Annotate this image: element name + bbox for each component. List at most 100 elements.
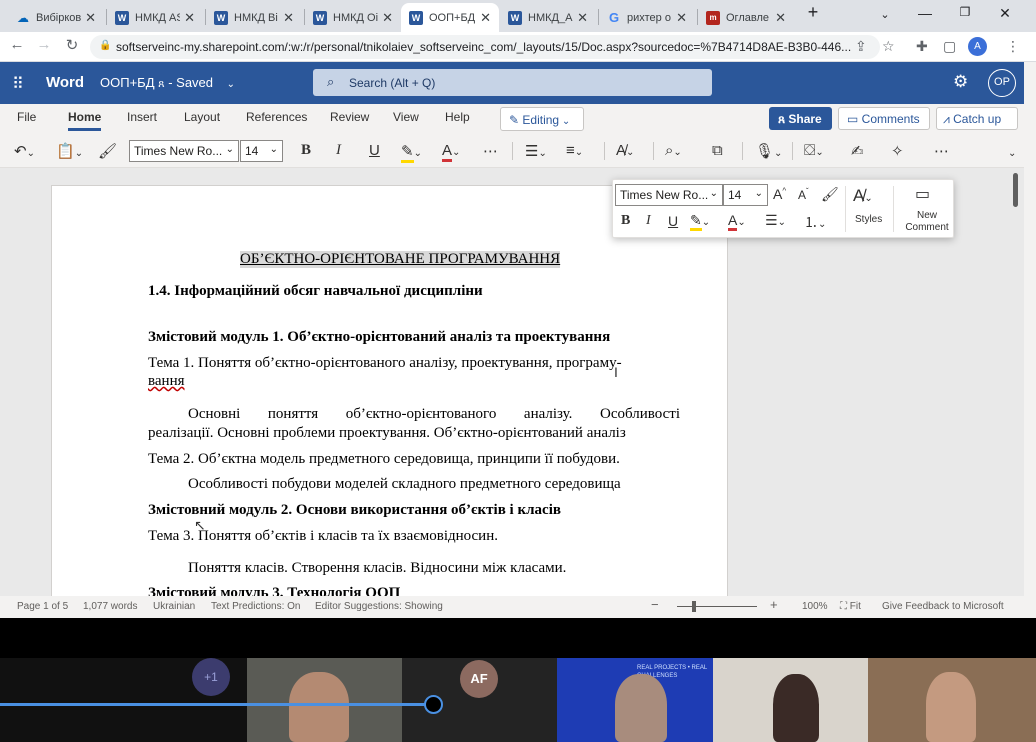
language-indicator[interactable]: Ukrainian — [153, 601, 195, 612]
forward-icon[interactable]: → — [33, 36, 55, 53]
browser-tab[interactable]: ☁ Вибірков ✕ — [8, 3, 104, 32]
catch-up-button[interactable]: ⩘ Catch up — [936, 107, 1018, 130]
tab-home[interactable]: Home — [68, 110, 102, 131]
tab-insert[interactable]: Insert — [127, 110, 157, 124]
browser-tab[interactable]: W НМКД АS ✕ — [107, 3, 203, 32]
italic-icon[interactable]: I — [646, 213, 651, 229]
comments-button[interactable]: ▭ Comments — [838, 107, 930, 130]
styles-icon[interactable]: A̸⌄ — [853, 186, 873, 206]
browser-tab[interactable]: m Оглавле ✕ — [698, 3, 794, 32]
progress-bar[interactable] — [0, 703, 434, 706]
fit-button[interactable]: ⛶ Fit — [840, 601, 861, 612]
browser-profile-avatar[interactable]: A — [968, 37, 987, 56]
expand-ribbon-icon[interactable]: ⌄ — [1008, 148, 1016, 159]
feedback-link[interactable]: Give Feedback to Microsoft — [882, 601, 1004, 612]
participant-video[interactable] — [713, 658, 868, 742]
close-tab-icon[interactable]: ✕ — [184, 10, 195, 26]
underline-icon[interactable]: U — [369, 142, 380, 159]
bold-icon[interactable]: B — [621, 213, 630, 229]
highlight-color-icon[interactable]: ✎⌄ — [690, 212, 710, 231]
back-icon[interactable]: ← — [6, 36, 28, 53]
mini-font-size-select[interactable]: 14 ⌄ — [723, 184, 768, 206]
reload-icon[interactable]: ↻ — [61, 36, 83, 54]
underline-icon[interactable]: U — [668, 213, 678, 229]
dictate-icon[interactable]: 🎙⌄ — [755, 142, 782, 160]
editor-icon[interactable]: ✍ — [851, 142, 864, 160]
share-page-icon[interactable]: ⇪ — [855, 38, 867, 55]
tab-file[interactable]: File — [17, 110, 36, 124]
tab-view[interactable]: View — [393, 110, 419, 124]
tab-layout[interactable]: Layout — [184, 110, 220, 124]
new-comment-button[interactable]: New Comment — [899, 210, 955, 234]
chevron-down-icon[interactable]: ⌄ — [227, 79, 235, 90]
clear-formatting-icon[interactable]: 🖌 — [821, 186, 839, 203]
font-color-icon[interactable]: A⌄ — [442, 142, 460, 162]
editing-mode-button[interactable]: ✎ Editing ⌄ — [500, 107, 584, 131]
highlight-color-icon[interactable]: ✎⌄ — [401, 142, 422, 163]
bullets-icon[interactable]: ☰⌄ — [525, 142, 547, 160]
zoom-slider-thumb[interactable] — [692, 601, 696, 612]
bookmark-star-icon[interactable]: ☆ — [882, 38, 895, 55]
zoom-slider[interactable] — [677, 606, 757, 607]
close-window-icon[interactable]: ✕ — [990, 5, 1020, 22]
grow-font-icon[interactable]: A^ — [773, 186, 786, 202]
close-tab-icon[interactable]: ✕ — [480, 10, 491, 26]
styles-label[interactable]: Styles — [855, 214, 882, 225]
app-launcher-icon[interactable]: ⠿ — [12, 74, 24, 94]
participant-video[interactable] — [868, 658, 1036, 742]
share-button[interactable]: ጸ Share — [769, 107, 832, 130]
browser-tab-active[interactable]: W ООП+БД ✕ — [401, 3, 499, 32]
close-tab-icon[interactable]: ✕ — [382, 10, 393, 26]
more-formatting-icon[interactable]: ⋯ — [483, 142, 498, 160]
styles-icon[interactable]: A̸⌄ — [616, 142, 634, 159]
paste-icon[interactable]: 📋⌄ — [56, 142, 83, 160]
word-count[interactable]: 1,077 words — [83, 601, 137, 612]
close-tab-icon[interactable]: ✕ — [85, 10, 96, 26]
designer-icon[interactable]: ✧ — [891, 142, 904, 160]
browser-tab[interactable]: W НМКД_А ✕ — [500, 3, 596, 32]
format-painter-icon[interactable]: 🖌 — [98, 142, 117, 160]
close-tab-icon[interactable]: ✕ — [577, 10, 588, 26]
participant-video[interactable]: REAL PROJECTS • REAL CHALLENGES — [557, 658, 713, 742]
browser-tab[interactable]: G рихтер о ✕ — [599, 3, 695, 32]
align-icon[interactable]: ≡⌄ — [566, 142, 583, 159]
participant-tile[interactable]: +1 — [0, 658, 247, 742]
minimize-icon[interactable]: — — [910, 5, 940, 21]
gear-icon[interactable]: ⚙ — [953, 72, 968, 92]
browser-tab[interactable]: W НМКД Ві ✕ — [206, 3, 302, 32]
more-options-icon[interactable]: ⋯ — [934, 142, 949, 160]
numbering-icon[interactable]: ⒈⌄ — [804, 212, 826, 232]
editor-suggestions-status[interactable]: Editor Suggestions: Showing — [315, 601, 443, 612]
progress-handle[interactable] — [424, 695, 443, 714]
font-color-icon[interactable]: A⌄ — [728, 212, 746, 231]
font-name-select[interactable]: Times New Ro... ⌄ — [129, 140, 239, 162]
page-scrollbar[interactable] — [1024, 62, 1036, 618]
new-comment-icon[interactable]: ▭ — [915, 184, 930, 204]
participant-video[interactable] — [247, 658, 402, 742]
tab-help[interactable]: Help — [445, 110, 470, 124]
find-icon[interactable]: ⌕⌄ — [665, 142, 682, 159]
tab-review[interactable]: Review — [330, 110, 369, 124]
restore-icon[interactable]: ❐ — [950, 5, 980, 19]
app-name[interactable]: Word — [46, 74, 84, 91]
document-page[interactable]: ОБ’ЄКТНО-ОРІЄНТОВАНЕ ПРОГРАМУВАННЯ 1.4. … — [51, 185, 728, 596]
undo-icon[interactable]: ↶⌄ — [14, 142, 35, 160]
close-tab-icon[interactable]: ✕ — [283, 10, 294, 26]
zoom-in-icon[interactable]: + — [770, 597, 778, 612]
zoom-out-icon[interactable]: − — [651, 597, 659, 612]
user-avatar[interactable]: OP — [988, 69, 1016, 97]
url-field[interactable]: 🔒 softserveinc-my.sharepoint.com/:w:/r/p… — [90, 35, 880, 59]
tab-references[interactable]: References — [246, 110, 307, 124]
sensitivity-icon[interactable]: ⛋⌄ — [804, 142, 824, 159]
shrink-font-icon[interactable]: Aˇ — [798, 187, 809, 202]
close-tab-icon[interactable]: ✕ — [775, 10, 786, 26]
vertical-scrollbar-thumb[interactable] — [1013, 173, 1018, 207]
font-size-select[interactable]: 14 ⌄ — [240, 140, 283, 162]
browser-tab[interactable]: W НМКД Оі ✕ — [305, 3, 401, 32]
extra-participants-badge[interactable]: +1 — [192, 658, 230, 696]
mini-font-name-select[interactable]: Times New Ro... ⌄ — [615, 184, 723, 206]
italic-icon[interactable]: I — [336, 142, 341, 159]
close-tab-icon[interactable]: ✕ — [676, 10, 687, 26]
new-tab-icon[interactable]: + — [798, 2, 828, 23]
zoom-level[interactable]: 100% — [802, 601, 828, 612]
